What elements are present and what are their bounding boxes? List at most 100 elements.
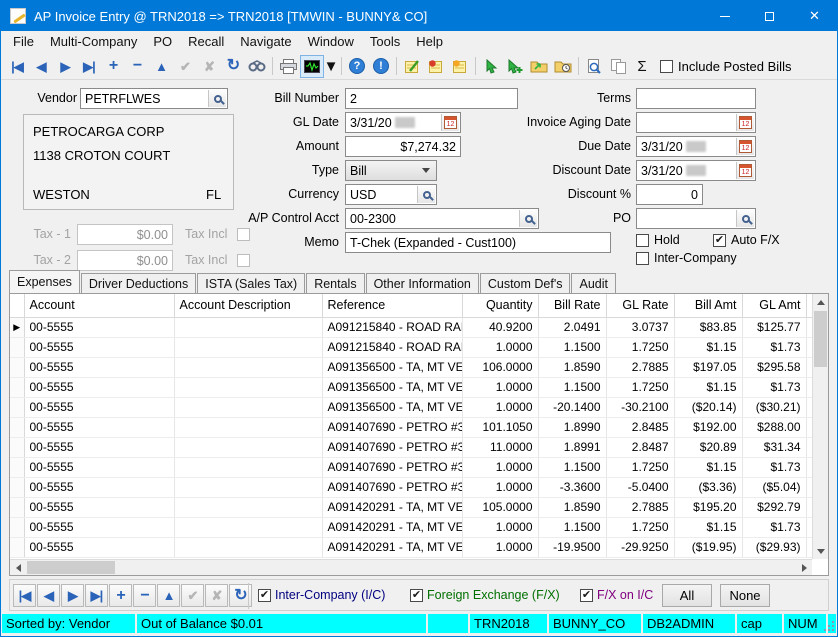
grid-cell-bill-rate[interactable]: 1.8991 — [538, 437, 606, 457]
discount-date-input[interactable]: 3/31/20 — [636, 160, 756, 181]
fx-on-ic-checkbox[interactable]: F/X on I/C — [580, 588, 653, 602]
currency-lookup-button[interactable] — [417, 186, 435, 203]
scroll-right-button[interactable] — [796, 560, 812, 576]
grid-cell-description[interactable] — [174, 437, 322, 457]
grid-cell-account[interactable]: 00-5555 — [24, 357, 174, 377]
terminal-dropdown-button[interactable]: ▼ — [324, 55, 338, 78]
hold-checkbox[interactable]: Hold — [636, 233, 680, 247]
grid-cell-quantity[interactable]: 1.0000 — [462, 377, 538, 397]
grid-cell-account[interactable]: 00-5555 — [24, 417, 174, 437]
nav-next-button[interactable]: ▶ — [53, 55, 77, 78]
gl-date-input[interactable]: 3/31/20 — [345, 112, 461, 133]
table-row[interactable]: 00-5555A091407690 - PETRO #354, J101.105… — [10, 417, 814, 437]
help-button[interactable]: ? — [345, 55, 369, 78]
footer-save-button[interactable]: ✔ — [181, 584, 204, 607]
grid-cell-account[interactable]: 00-5555 — [24, 437, 174, 457]
scroll-down-button[interactable] — [813, 543, 829, 559]
table-row[interactable]: 00-5555A091407690 - PETRO #354, J1.0000-… — [10, 477, 814, 497]
grid-cell-gl-amt[interactable]: $125.77 — [742, 317, 806, 337]
grid-cell-gl-rate[interactable]: 1.7250 — [606, 377, 674, 397]
grid-cell-quantity[interactable]: 1.0000 — [462, 457, 538, 477]
grid-cell-bill-rate[interactable]: -19.9500 — [538, 537, 606, 557]
grid-cell-gl-rate[interactable]: 3.0737 — [606, 317, 674, 337]
grid-cell-bill-amt[interactable]: $1.15 — [674, 377, 742, 397]
grid-cell-gl-amt[interactable]: $288.00 — [742, 417, 806, 437]
tab-rentals[interactable]: Rentals — [306, 273, 364, 293]
grid-cell-bill-amt[interactable]: ($3.36) — [674, 477, 742, 497]
print-button[interactable] — [276, 55, 300, 78]
grid-cell-reference[interactable]: A091356500 - TA, MT VERNON — [322, 357, 462, 377]
aging-date-calendar-button[interactable] — [736, 114, 754, 131]
grid-cell-description[interactable] — [174, 497, 322, 517]
column-header-bill-rate[interactable]: Bill Rate — [538, 294, 606, 317]
fx-on-ic-checkbox-box[interactable] — [580, 589, 593, 602]
grid-cell-gl-amt[interactable]: $292.79 — [742, 497, 806, 517]
grid-cell-reference[interactable]: A091356500 - TA, MT VERNON — [322, 377, 462, 397]
column-header-account-description[interactable]: Account Description — [174, 294, 322, 317]
grid-cell-description[interactable] — [174, 317, 322, 337]
grid-cell-gl-rate[interactable]: 2.8485 — [606, 417, 674, 437]
grid-cell-reference[interactable]: A091356500 - TA, MT VERNON — [322, 397, 462, 417]
menu-item-file[interactable]: File — [5, 31, 42, 53]
grid-cell-bill-amt[interactable]: $20.89 — [674, 437, 742, 457]
table-row[interactable]: ▶00-5555A091215840 - ROAD RANGER40.92002… — [10, 317, 814, 337]
terminal-button[interactable] — [300, 55, 324, 78]
grid-cell-description[interactable] — [174, 417, 322, 437]
grid-cell-gl-rate[interactable]: 2.8487 — [606, 437, 674, 457]
table-row[interactable]: 00-5555 A091407690 - PETRO #354, J11.0000… — [10, 437, 814, 457]
grid-cell-reference[interactable]: A091420291 - TA, MT VERNON — [322, 537, 462, 557]
include-posted-bills-box[interactable] — [660, 60, 673, 73]
all-button[interactable]: All — [662, 584, 712, 607]
po-input[interactable] — [636, 208, 756, 229]
footer-delete-button[interactable]: − — [133, 584, 156, 607]
grid-cell-gl-rate[interactable]: -30.2100 — [606, 397, 674, 417]
grid-cell-reference[interactable]: A091215840 - ROAD RANGER — [322, 317, 462, 337]
nav-prev-button[interactable]: ◀ — [29, 55, 53, 78]
grid-cell-description[interactable] — [174, 397, 322, 417]
grid-cell-quantity[interactable]: 1.0000 — [462, 517, 538, 537]
inter-company-ic-checkbox[interactable]: Inter-Company (I/C) — [258, 588, 385, 602]
collapse-button[interactable]: ▲ — [149, 55, 173, 78]
grid-cell-bill-amt[interactable]: $1.15 — [674, 457, 742, 477]
resize-grip[interactable] — [828, 614, 836, 633]
table-row[interactable]: 00-5555 A091420291 - TA, MT VERNON1.0000-… — [10, 537, 814, 557]
table-row[interactable]: 00-5555A091420291 - TA, MT VERNON105.000… — [10, 497, 814, 517]
grid-cell-gl-amt[interactable]: $1.73 — [742, 517, 806, 537]
grid-cell-account[interactable]: 00-5555 — [24, 537, 174, 557]
grid-cell-bill-amt[interactable]: $197.05 — [674, 357, 742, 377]
column-header-reference[interactable]: Reference — [322, 294, 462, 317]
menu-item-window[interactable]: Window — [300, 31, 362, 53]
grid-cell-description[interactable] — [174, 537, 322, 557]
folder-history-button[interactable] — [551, 55, 575, 78]
reminder-note-button[interactable] — [448, 55, 472, 78]
footer-collapse-button[interactable]: ▲ — [157, 584, 180, 607]
grid-cell-account[interactable]: 00-5555 — [24, 337, 174, 357]
grid-cell-account[interactable]: 00-5555 — [24, 477, 174, 497]
menu-item-help[interactable]: Help — [408, 31, 451, 53]
preview-button[interactable] — [582, 55, 606, 78]
discount-date-calendar-button[interactable] — [736, 162, 754, 179]
amount-input[interactable]: $7,274.32 — [345, 136, 461, 157]
gl-date-calendar-button[interactable] — [441, 114, 459, 131]
grid-cell-gl-rate[interactable]: 1.7250 — [606, 517, 674, 537]
close-button[interactable]: ✕ — [792, 1, 837, 31]
grid-cell-gl-amt[interactable]: $1.73 — [742, 457, 806, 477]
copy-button[interactable] — [606, 55, 630, 78]
vertical-scroll-thumb[interactable] — [814, 311, 827, 367]
find-button[interactable] — [245, 55, 269, 78]
grid-cell-quantity[interactable]: 11.0000 — [462, 437, 538, 457]
sum-button[interactable]: Σ — [630, 55, 654, 78]
menu-item-recall[interactable]: Recall — [180, 31, 232, 53]
tab-ista-sales-tax[interactable]: ISTA (Sales Tax) — [197, 273, 305, 293]
grid-cell-bill-rate[interactable]: 1.1500 — [538, 377, 606, 397]
grid-cell-quantity[interactable]: 1.0000 — [462, 537, 538, 557]
grid-cell-description[interactable] — [174, 377, 322, 397]
grid-cell-description[interactable] — [174, 357, 322, 377]
grid-cell-reference[interactable]: A091407690 - PETRO #354, J — [322, 437, 462, 457]
grid-cell-bill-rate[interactable]: 1.8590 — [538, 357, 606, 377]
menu-item-multi-company[interactable]: Multi-Company — [42, 31, 145, 53]
tab-expenses[interactable]: Expenses — [9, 270, 80, 293]
footer-nav-last-button[interactable]: ▶| — [85, 584, 108, 607]
column-header-bill-amt[interactable]: Bill Amt — [674, 294, 742, 317]
go-add-button[interactable] — [503, 55, 527, 78]
